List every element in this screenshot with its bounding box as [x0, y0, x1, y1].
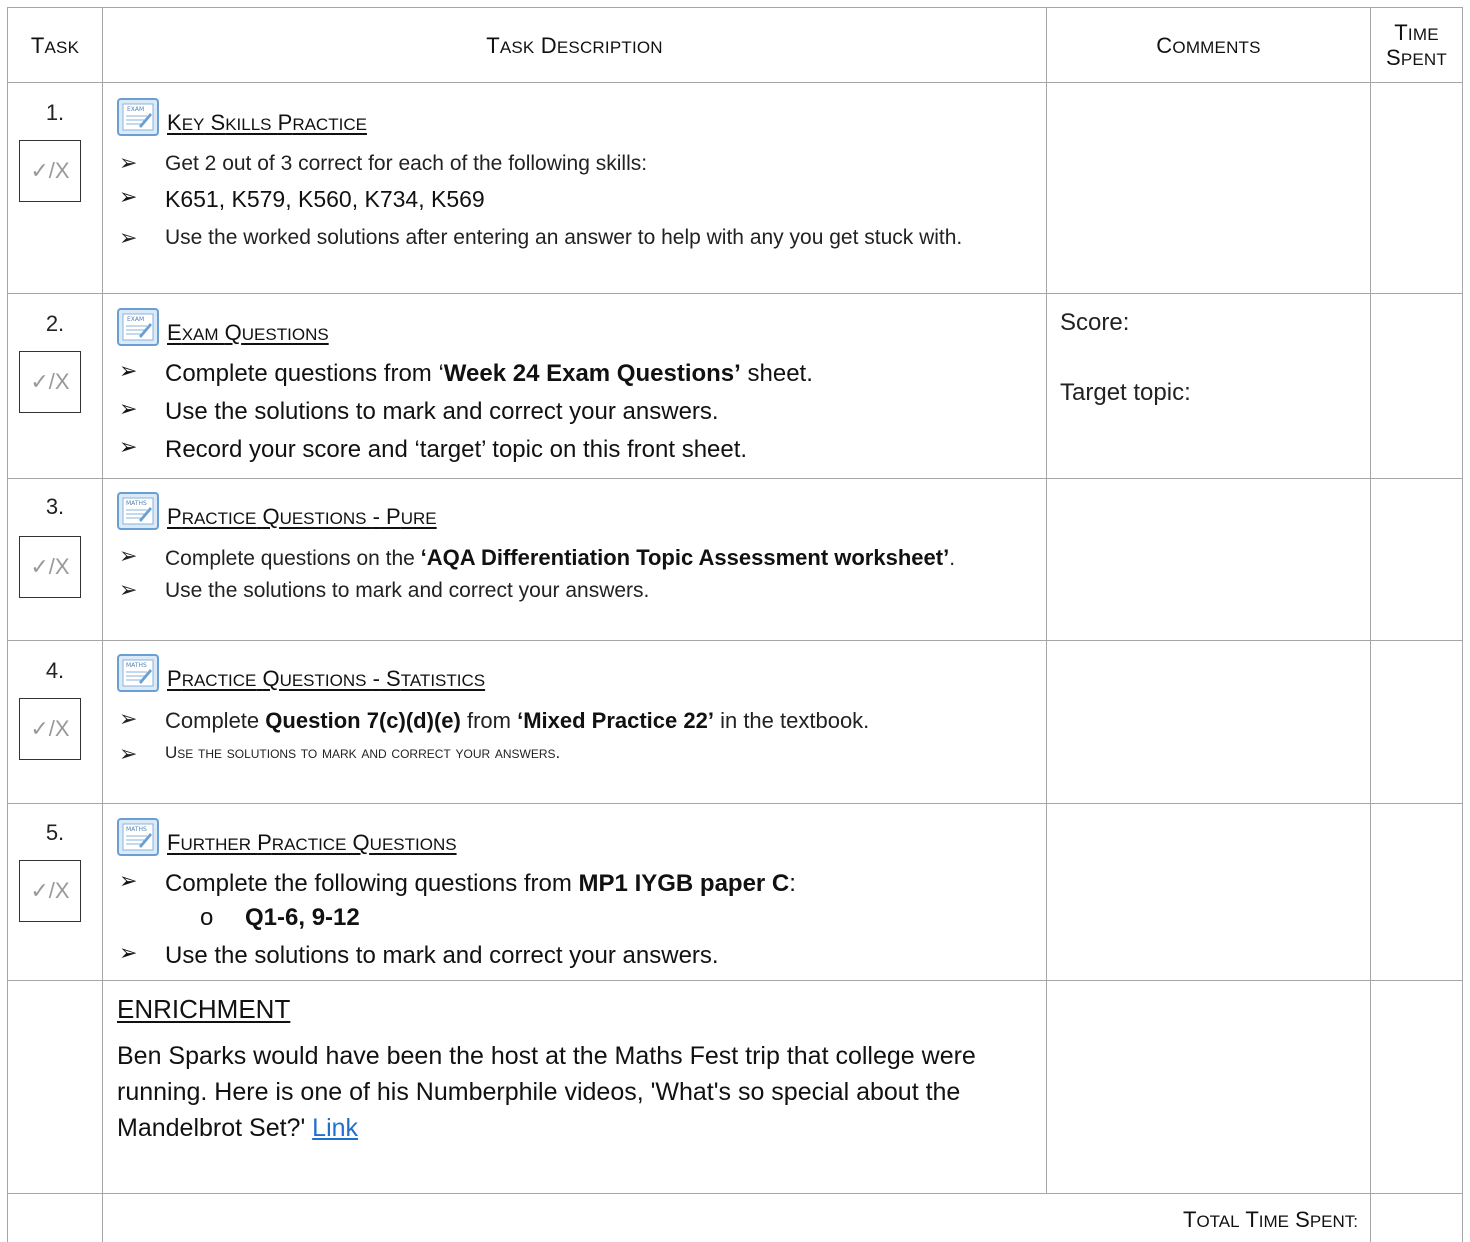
arrow-bullet-icon: ➢ [119, 741, 138, 766]
list-item: ➢ Get 2 out of 3 correct for each of the… [119, 152, 647, 176]
task-title-text: EXAM QUESTIONS [167, 320, 329, 345]
completion-checkbox[interactable]: ✓/X [19, 351, 81, 413]
completion-checkbox[interactable]: ✓/X [19, 140, 81, 202]
score-comment: Score: [1060, 309, 1130, 336]
sub-list-item: o Q1-6, 9-12 [200, 904, 360, 932]
task-title: MATHS PRACTICE QUESTIONS - STATISTICS [117, 648, 485, 692]
arrow-bullet-icon: ➢ [119, 358, 138, 383]
list-item: ➢ Complete questions on the ‘AQA Differe… [119, 545, 955, 571]
row-divider [7, 7, 1462, 8]
header-comments-label: COMMENTS [1156, 33, 1261, 58]
target-topic-comment: Target topic: [1060, 379, 1191, 406]
maths-icon: MATHS [117, 818, 159, 856]
total-time-spent-label: TOTAL TIME SPENT: [1183, 1207, 1358, 1232]
list-item: ➢ Complete Question 7(c)(d)(e) from ‘Mix… [119, 708, 869, 734]
completion-checkbox[interactable]: ✓/X [19, 698, 81, 760]
bullet-text: Use the solutions to mark and correct yo… [165, 579, 650, 602]
row-divider [7, 803, 1462, 804]
task-number: 1. [45, 100, 65, 125]
header-comments: COMMENTS [1047, 33, 1370, 59]
svg-text:MATHS: MATHS [126, 500, 147, 507]
row-divider [7, 980, 1462, 981]
task-title: MATHS FURTHER PRACTICE QUESTIONS [117, 812, 457, 856]
bullet-text: Complete the following questions from MP… [165, 870, 796, 897]
bullet-text: Use the solutions to mark and correct yo… [165, 398, 719, 425]
arrow-bullet-icon: ➢ [119, 543, 138, 568]
task-number: 2. [45, 311, 65, 336]
completion-checkbox[interactable]: ✓/X [19, 536, 81, 598]
svg-text:EXAM: EXAM [127, 316, 144, 323]
maths-icon: MATHS [117, 654, 159, 692]
completion-checkbox[interactable]: ✓/X [19, 860, 81, 922]
svg-text:MATHS: MATHS [126, 826, 147, 833]
arrow-bullet-icon: ➢ [119, 396, 138, 421]
bullet-text: Use the solutions to mark and correct yo… [165, 942, 719, 969]
header-time-spent: TIME SPENT [1371, 22, 1462, 72]
row-divider [7, 82, 1462, 83]
column-divider [1046, 7, 1047, 1193]
bullet-text: Record your score and ‘target’ topic on … [165, 436, 748, 463]
exam-icon: EXAM [117, 98, 159, 136]
bullet-text: Complete questions on the ‘AQA Different… [165, 545, 956, 570]
header-task-label: TASK [30, 33, 80, 58]
task-title-text: PRACTICE QUESTIONS - PURE [167, 504, 437, 529]
task-title: EXAM KEY SKILLS PRACTICE [117, 92, 367, 136]
sub-bullet-text: Q1-6, 9-12 [245, 904, 360, 931]
bullet-text: Complete Question 7(c)(d)(e) from ‘Mixed… [165, 708, 870, 733]
task-number: 3. [45, 494, 65, 519]
header-task: TASK [8, 33, 102, 59]
column-divider [7, 7, 8, 1242]
list-item: ➢ Use the solutions to mark and correct … [119, 579, 649, 603]
column-divider [1462, 7, 1463, 1242]
list-item: ➢ Use the solutions to mark and correct … [119, 398, 719, 426]
task-title: EXAM EXAM QUESTIONS [117, 302, 329, 346]
list-item: ➢ K651, K579, K560, K734, K569 [119, 186, 485, 213]
task-title-text: PRACTICE QUESTIONS - STATISTICS [167, 666, 486, 691]
arrow-bullet-icon: ➢ [119, 706, 138, 731]
list-item: ➢ Use the solutions to mark and correct … [119, 743, 560, 765]
arrow-bullet-icon: ➢ [119, 434, 138, 459]
task-title-text: FURTHER PRACTICE QUESTIONS [167, 830, 457, 855]
header-time-spent-line2: SPENT [1385, 45, 1447, 70]
list-item: ➢ Complete questions from ‘Week 24 Exam … [119, 360, 813, 388]
video-link[interactable]: Link [312, 1114, 358, 1142]
bullet-text: K651, K579, K560, K734, K569 [165, 186, 485, 212]
svg-text:MATHS: MATHS [126, 662, 147, 669]
row-divider [7, 1193, 1462, 1194]
header-task-description: TASK DESCRIPTION [103, 33, 1046, 59]
bullet-text: Use the solutions to mark and correct yo… [165, 743, 561, 762]
row-divider [7, 478, 1462, 479]
svg-text:EXAM: EXAM [127, 106, 144, 113]
circle-bullet-icon: o [200, 904, 214, 931]
bullet-text: Get 2 out of 3 correct for each of the f… [165, 152, 648, 175]
arrow-bullet-icon: ➢ [119, 225, 138, 250]
header-task-description-label: TASK DESCRIPTION [486, 33, 663, 58]
task-title: MATHS PRACTICE QUESTIONS - PURE [117, 486, 437, 530]
arrow-bullet-icon: ➢ [119, 940, 138, 965]
bullet-text: Use the worked solutions after entering … [165, 226, 963, 249]
enrichment-title: ENRICHMENT [117, 994, 291, 1024]
arrow-bullet-icon: ➢ [119, 184, 138, 209]
row-divider [7, 640, 1462, 641]
bullet-text: Complete questions from ‘Week 24 Exam Qu… [165, 360, 813, 387]
exam-icon: EXAM [117, 308, 159, 346]
task-number: 5. [45, 820, 65, 845]
row-divider [7, 293, 1462, 294]
maths-icon: MATHS [117, 492, 159, 530]
list-item: ➢ Use the solutions to mark and correct … [119, 942, 719, 970]
list-item: ➢ Record your score and ‘target’ topic o… [119, 436, 747, 464]
column-divider [102, 7, 103, 1242]
arrow-bullet-icon: ➢ [119, 150, 138, 175]
column-divider [1370, 7, 1371, 1242]
arrow-bullet-icon: ➢ [119, 577, 138, 602]
list-item: ➢ Complete the following questions from … [119, 870, 796, 898]
arrow-bullet-icon: ➢ [119, 868, 138, 893]
enrichment-text: Ben Sparks would have been the host at t… [117, 1042, 976, 1142]
task-title-text: KEY SKILLS PRACTICE [167, 110, 367, 135]
header-time-spent-line1: TIME [1394, 20, 1439, 45]
list-item: ➢ Use the worked solutions after enterin… [119, 222, 999, 254]
task-number: 4. [45, 658, 65, 683]
